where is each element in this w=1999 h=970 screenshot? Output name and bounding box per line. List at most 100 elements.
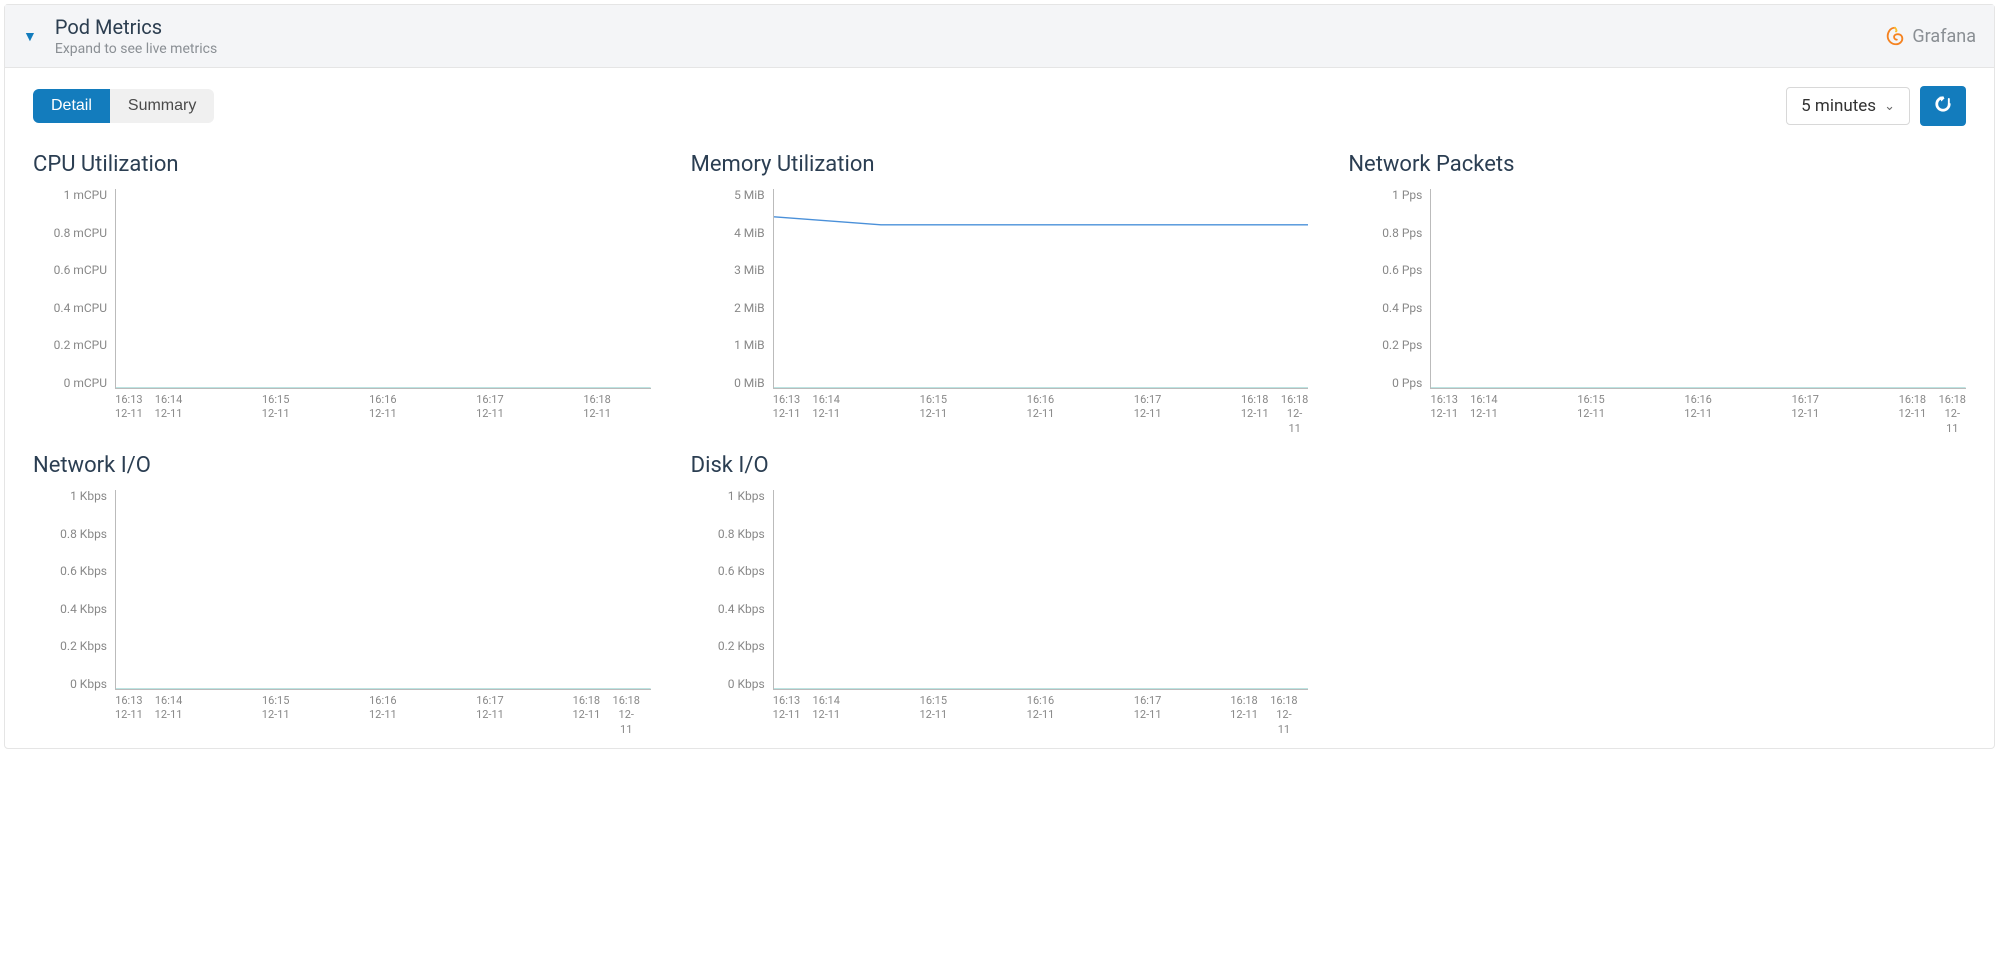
chart-packets: Network Packets 1 Pps 0.8 Pps 0.6 Pps 0.4 Pp… [1348, 152, 1966, 419]
y-tick: 2 MiB [734, 302, 765, 314]
tab-detail[interactable]: Detail [33, 89, 110, 123]
y-axis: 5 MiB4 MiB3 MiB2 MiB1 MiB0 MiB [691, 189, 773, 389]
chart-plot: 1 mCPU0.8 mCPU0.6 mCPU0.4 mCPU0.2 mCPU0 … [33, 189, 651, 419]
y-tick: 0.8 Kbps [718, 528, 765, 540]
y-axis: 1 mCPU0.8 mCPU0.6 mCPU0.4 mCPU0.2 mCPU0 … [33, 189, 115, 389]
plot-area[interactable] [115, 189, 651, 389]
y-tick: 0.2 Kbps [60, 640, 107, 652]
x-tick: 16:1812-11 [1270, 694, 1297, 737]
x-axis: 16:1312-11 16:1412-11 16:1512-11 16:1612-11… [1430, 389, 1966, 419]
x-tick: 16:1812-11 [1281, 393, 1308, 436]
x-tick: 16:1412-11 [155, 694, 183, 723]
panel-subtitle: Expand to see live metrics [55, 41, 1885, 57]
grafana-icon [1884, 25, 1906, 47]
chart-title: Disk I/O [691, 453, 1309, 478]
y-tick: 0 mCPU [64, 377, 107, 389]
toolbar: Detail Summary 5 minutes ⌄ [33, 86, 1966, 126]
grafana-link[interactable]: Grafana [1884, 25, 1976, 47]
y-tick: 0.8 mCPU [54, 227, 107, 239]
y-tick: 1 Kbps [728, 490, 765, 502]
x-tick: 16:1512-11 [262, 393, 290, 422]
y-tick: 0.6 mCPU [54, 264, 107, 276]
x-tick: 16:1412-11 [1470, 393, 1498, 422]
x-tick: 16:1512-11 [919, 393, 947, 422]
y-tick: 0.4 Kbps [60, 603, 107, 615]
chart-diskio: Disk I/O 1 Kbps 0.8 Kbps 0.6 Kbps 0.4 Kbps 0.… [691, 453, 1309, 720]
y-tick: 1 Pps [1392, 189, 1422, 201]
x-tick: 16:1712-11 [476, 393, 504, 422]
x-tick: 16:1812-11 [1939, 393, 1966, 436]
refresh-icon [1933, 94, 1953, 119]
y-tick: 0.8 Kbps [60, 528, 107, 540]
chevron-down-icon: ⌄ [1884, 99, 1895, 114]
x-tick: 16:1512-11 [919, 694, 947, 723]
chart-plot: 1 Kbps 0.8 Kbps 0.6 Kbps 0.4 Kbps 0.2 Kbps 0 … [33, 490, 651, 720]
x-axis: 16:1312-1116:1412-1116:1512-1116:1612-11… [773, 389, 1309, 419]
tab-summary[interactable]: Summary [110, 89, 214, 123]
grafana-label: Grafana [1912, 26, 1976, 47]
y-tick: 0.2 mCPU [54, 339, 107, 351]
y-tick: 0.2 Kbps [718, 640, 765, 652]
y-tick: 0.6 Kbps [60, 565, 107, 577]
x-tick: 16:1412-11 [812, 694, 840, 723]
x-tick: 16:1512-11 [262, 694, 290, 723]
y-tick: 1 Kbps [70, 490, 107, 502]
y-axis: 1 Pps 0.8 Pps 0.6 Pps 0.4 Pps 0.2 Pps 0 Pps [1348, 189, 1430, 389]
x-tick: 16:1312-11 [1430, 393, 1458, 422]
plot-area[interactable] [773, 189, 1309, 389]
time-range-value: 5 minutes [1801, 96, 1876, 116]
time-range-select[interactable]: 5 minutes ⌄ [1786, 87, 1910, 125]
chart-plot: 5 MiB4 MiB3 MiB2 MiB1 MiB0 MiB16:1312-11… [691, 189, 1309, 419]
x-tick: 16:1812-11 [572, 694, 600, 723]
x-tick: 16:1412-11 [155, 393, 183, 422]
y-tick: 0.2 Pps [1382, 339, 1422, 351]
plot-area[interactable] [115, 490, 651, 690]
y-tick: 0.6 Pps [1382, 264, 1422, 276]
y-tick: 0 Pps [1392, 377, 1422, 389]
view-tabs: Detail Summary [33, 89, 214, 123]
y-tick: 4 MiB [734, 227, 765, 239]
x-tick: 16:1812-11 [1241, 393, 1269, 422]
x-tick: 16:1712-11 [1134, 393, 1162, 422]
y-tick: 0.4 mCPU [54, 302, 107, 314]
y-tick: 0 Kbps [70, 678, 107, 690]
chart-title: Network Packets [1348, 152, 1966, 177]
x-tick: 16:1612-11 [1027, 393, 1055, 422]
panel-title: Pod Metrics [55, 15, 1885, 39]
y-tick: 0 Kbps [728, 678, 765, 690]
chart-netio: Network I/O 1 Kbps 0.8 Kbps 0.6 Kbps 0.4 Kbp… [33, 453, 651, 720]
x-tick: 16:1412-11 [812, 393, 840, 422]
chart-cpu: CPU Utilization1 mCPU0.8 mCPU0.6 mCPU0.4… [33, 152, 651, 419]
expand-caret-icon[interactable]: ▼ [23, 28, 37, 45]
y-tick: 0.6 Kbps [718, 565, 765, 577]
x-tick: 16:1712-11 [1134, 694, 1162, 723]
x-tick: 16:1312-11 [115, 694, 143, 723]
y-tick: 1 MiB [734, 339, 765, 351]
y-tick: 0.4 Kbps [718, 603, 765, 615]
x-axis: 16:1312-11 16:1412-11 16:1512-11 16:1612-11… [115, 389, 651, 419]
x-tick: 16:1812-11 [583, 393, 611, 422]
toolbar-right: 5 minutes ⌄ [1786, 86, 1966, 126]
y-tick: 5 MiB [734, 189, 765, 201]
chart-plot: 1 Kbps 0.8 Kbps 0.6 Kbps 0.4 Kbps 0.2 Kbps 0 … [691, 490, 1309, 720]
x-tick: 16:1612-11 [1027, 694, 1055, 723]
panel-body: Detail Summary 5 minutes ⌄ CPU Utilizati… [5, 68, 1994, 748]
x-tick: 16:1312-11 [773, 694, 801, 723]
plot-area[interactable] [1430, 189, 1966, 389]
x-tick: 16:1512-11 [1577, 393, 1605, 422]
chart-title: Network I/O [33, 453, 651, 478]
y-tick: 0.4 Pps [1382, 302, 1422, 314]
x-tick: 16:1612-11 [369, 393, 397, 422]
y-tick: 0.8 Pps [1382, 227, 1422, 239]
plot-area[interactable] [773, 490, 1309, 690]
x-tick: 16:1712-11 [1791, 393, 1819, 422]
x-tick: 16:1612-11 [1684, 393, 1712, 422]
refresh-button[interactable] [1920, 86, 1966, 126]
chart-memory: Memory Utilization5 MiB4 MiB3 MiB2 MiB1 … [691, 152, 1309, 419]
x-tick: 16:1812-11 [613, 694, 640, 737]
chart-title: CPU Utilization [33, 152, 651, 177]
x-tick: 16:1312-11 [115, 393, 143, 422]
x-tick: 16:1612-11 [369, 694, 397, 723]
panel-header: ▼ Pod Metrics Expand to see live metrics… [5, 5, 1994, 68]
y-axis: 1 Kbps 0.8 Kbps 0.6 Kbps 0.4 Kbps 0.2 Kbps 0 … [691, 490, 773, 690]
